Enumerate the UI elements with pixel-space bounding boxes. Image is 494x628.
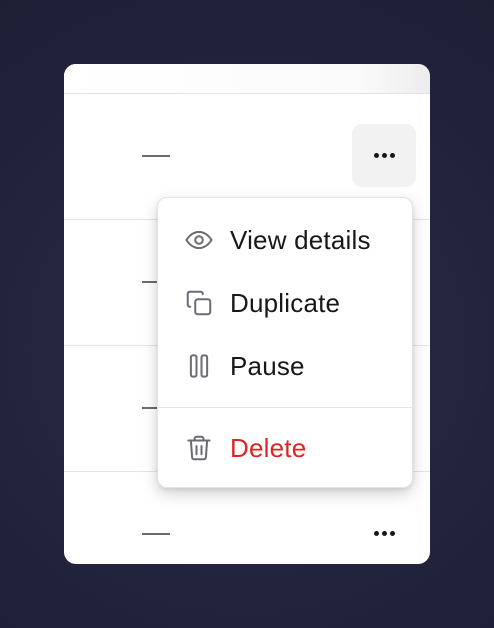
copy-icon bbox=[182, 286, 216, 320]
row-actions-button[interactable] bbox=[352, 502, 416, 564]
pause-icon bbox=[182, 349, 216, 383]
row-actions-menu: View details Duplicate Pause Delete bbox=[157, 197, 413, 488]
table-header bbox=[64, 64, 430, 94]
menu-item-duplicate[interactable]: Duplicate bbox=[158, 275, 412, 331]
menu-item-pause[interactable]: Pause bbox=[158, 338, 412, 394]
empty-value-dash: — bbox=[142, 155, 170, 157]
trash-icon bbox=[182, 431, 216, 465]
menu-item-view-details[interactable]: View details bbox=[158, 212, 412, 268]
menu-divider bbox=[158, 407, 412, 408]
menu-item-label: Pause bbox=[230, 350, 305, 381]
empty-value-dash: — bbox=[142, 533, 170, 535]
row-actions-button[interactable] bbox=[352, 124, 416, 187]
eye-icon bbox=[182, 223, 216, 257]
ellipsis-horizontal-icon bbox=[373, 531, 395, 536]
menu-item-label: View details bbox=[230, 224, 371, 255]
menu-item-delete[interactable]: Delete bbox=[158, 420, 412, 476]
menu-item-label: Delete bbox=[230, 432, 307, 463]
ellipsis-horizontal-icon bbox=[373, 153, 395, 158]
menu-item-label: Duplicate bbox=[230, 287, 341, 318]
